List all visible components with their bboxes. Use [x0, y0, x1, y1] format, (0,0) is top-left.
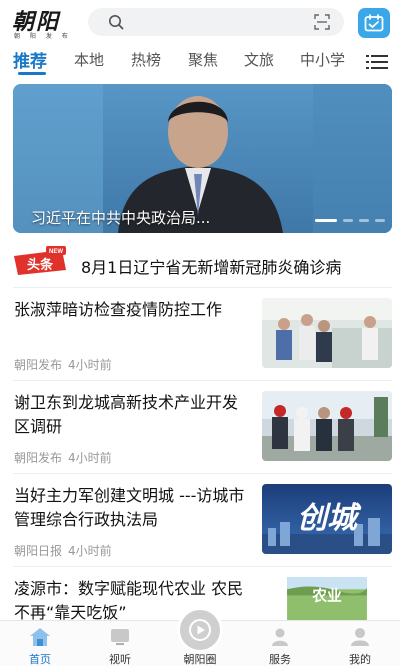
calendar-icon [364, 14, 384, 32]
tab-focus[interactable]: 聚焦 [188, 49, 218, 70]
nav-profile-label: 我的 [349, 653, 371, 666]
news-source: 朝阳发布 [14, 358, 63, 372]
category-tabs: 推荐 本地 热榜 聚焦 文旅 中小学 [0, 44, 400, 78]
top-headline[interactable]: NEW 头条 8月1日辽宁省无新增新冠肺炎确诊病 [0, 240, 400, 286]
news-title: 张淑萍暗访检查疫情防控工作 [14, 300, 223, 319]
carousel-dot [375, 219, 385, 222]
news-source: 朝阳发布 [14, 451, 63, 465]
news-item[interactable]: 张淑萍暗访检查疫情防控工作 朝阳发布 4小时前 [0, 298, 400, 390]
carousel-dot [359, 219, 369, 222]
badge-new-text: NEW [49, 249, 63, 255]
news-thumbnail: 创城 [262, 484, 392, 554]
nav-chaoyang-circle[interactable]: 朝阳圈 [160, 607, 240, 666]
nav-audiovisual[interactable]: 视听 [80, 621, 160, 666]
service-person-icon [272, 628, 288, 646]
news-time: 4小时前 [68, 358, 112, 372]
nav-profile[interactable]: 我的 [320, 621, 400, 666]
app-logo[interactable]: 朝阳 朝 阳 发 布 [10, 4, 76, 40]
bottom-navigation: 首页 视听 朝阳圈 服务 我的 [0, 607, 400, 666]
calendar-button[interactable] [358, 8, 390, 38]
nav-audiovisual-label: 视听 [109, 653, 131, 666]
headline-text: 8月1日辽宁省无新增新冠肺炎确诊病 [81, 258, 342, 277]
divider [13, 566, 392, 567]
news-title: 当好主力军创建文明城 ---访城市管理综合行政执法局 [14, 486, 245, 529]
news-thumbnail [262, 298, 392, 368]
nav-service[interactable]: 服务 [240, 621, 320, 666]
news-meta: 朝阳发布 4小时前 [14, 449, 112, 466]
nav-service-label: 服务 [269, 653, 291, 666]
divider [13, 380, 392, 381]
carousel-indicator [315, 219, 387, 223]
channel-menu-icon[interactable] [366, 54, 388, 70]
carousel-dot [343, 219, 353, 222]
carousel-dot-active [315, 219, 337, 222]
home-icon [30, 628, 50, 646]
tab-schools[interactable]: 中小学 [300, 49, 345, 70]
news-thumbnail [262, 391, 392, 461]
nav-home-label: 首页 [29, 653, 51, 666]
divider [13, 473, 392, 474]
active-tab-indicator [18, 72, 46, 75]
thumb-text: 创城 [297, 501, 362, 536]
news-time: 4小时前 [68, 544, 112, 558]
divider [13, 287, 392, 288]
tab-hot-list[interactable]: 热榜 [131, 49, 161, 70]
featured-banner[interactable]: 习近平在中共中央政治局... [13, 84, 392, 233]
tab-recommend[interactable]: 推荐 [13, 47, 47, 72]
news-item[interactable]: 谢卫东到龙城高新技术产业开发区调研 朝阳发布 4小时前 [0, 391, 400, 483]
search-icon [109, 15, 124, 30]
tab-culture-tourism[interactable]: 文旅 [244, 49, 274, 70]
news-item[interactable]: 当好主力军创建文明城 ---访城市管理综合行政执法局 朝阳日报 4小时前 创城 [0, 484, 400, 576]
news-title: 谢卫东到龙城高新技术产业开发区调研 [14, 393, 239, 436]
news-meta: 朝阳发布 4小时前 [14, 356, 112, 373]
banner-caption: 习近平在中共中央政治局... [31, 209, 211, 227]
tv-icon [111, 629, 129, 645]
badge-label-text: 头条 [27, 257, 54, 273]
user-icon [351, 628, 369, 646]
search-bar[interactable] [88, 8, 344, 36]
nav-home[interactable]: 首页 [0, 621, 80, 666]
play-circle-icon [189, 619, 211, 641]
news-source: 朝阳日报 [14, 544, 63, 558]
tab-local[interactable]: 本地 [74, 49, 104, 70]
news-time: 4小时前 [68, 451, 112, 465]
news-thumbnail: 农业 [287, 577, 367, 620]
logo-subtext: 朝 阳 发 布 [14, 33, 72, 40]
headline-badge-icon: NEW 头条 [14, 246, 66, 275]
header: 朝阳 朝 阳 发 布 [0, 0, 400, 44]
thumb-text: 农业 [311, 586, 342, 604]
nav-chaoyang-circle-label: 朝阳圈 [183, 653, 217, 666]
news-meta: 朝阳日报 4小时前 [14, 542, 112, 559]
center-button [177, 607, 223, 653]
scan-icon[interactable] [314, 14, 330, 30]
